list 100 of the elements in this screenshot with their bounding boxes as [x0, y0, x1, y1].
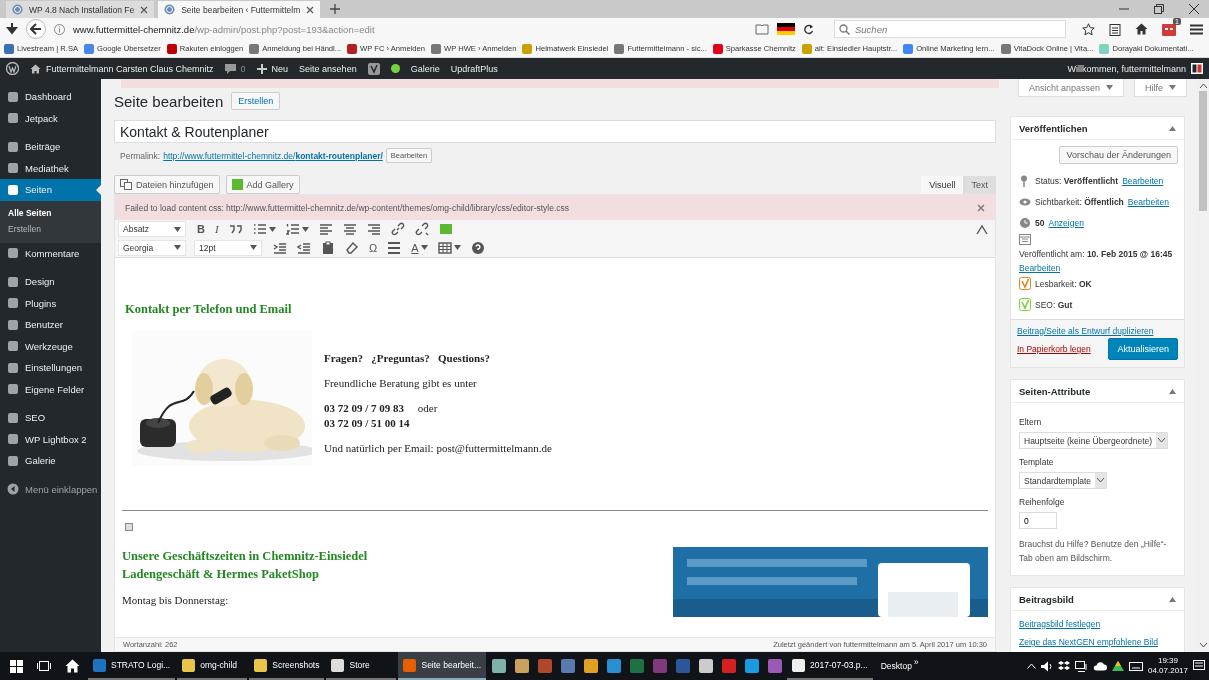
app-icon[interactable]: [606, 659, 621, 673]
title-field[interactable]: Kontakt & Routenplaner: [114, 120, 996, 143]
align-left-icon[interactable]: [318, 222, 333, 236]
sidebar-item[interactable]: Einstellungen: [0, 357, 101, 379]
duplicate-link[interactable]: Beitrag/Seite als Entwurf duplizieren: [1017, 326, 1154, 336]
new-tab-icon[interactable]: [330, 4, 341, 14]
speaker-icon[interactable]: [1040, 660, 1053, 672]
collapse-arrow-icon[interactable]: [1169, 596, 1176, 602]
taskbar-button[interactable]: Screenshots: [249, 652, 325, 680]
toolbar-button[interactable]: B: [194, 223, 208, 235]
order-field[interactable]: 0: [1019, 512, 1057, 529]
help-icon[interactable]: [470, 240, 485, 255]
restore-icon[interactable]: [1154, 4, 1164, 14]
search-field[interactable]: Suchen: [834, 20, 1066, 38]
sidebar-item[interactable]: Design: [0, 271, 101, 293]
new-link[interactable]: Neu: [256, 63, 289, 74]
chevron-up-icon[interactable]: [1026, 663, 1036, 669]
featured-image-link[interactable]: Beitragsbild festlegen: [1011, 617, 1184, 635]
app-icon[interactable]: [583, 659, 598, 673]
sidebar-item[interactable]: Beiträge: [0, 136, 101, 158]
sidebar-item[interactable]: Eigene Felder: [0, 378, 101, 400]
sidebar-item[interactable]: Dashboard: [0, 86, 101, 108]
screen-tab[interactable]: Hilfe: [1134, 79, 1187, 97]
bullet-list-icon[interactable]: [252, 222, 267, 236]
trash-link[interactable]: In Papierkorb legen: [1017, 344, 1091, 354]
taskbar-button[interactable]: 2017-07-03.p...: [787, 652, 873, 680]
dropdown[interactable]: Absatz: [118, 221, 186, 237]
admin-menu-link[interactable]: Galerie: [410, 63, 440, 74]
preview-button[interactable]: Vorschau der Änderungen: [1059, 146, 1178, 164]
windows-start-icon[interactable]: [10, 659, 23, 673]
download-icon[interactable]: [6, 23, 18, 35]
caret-icon[interactable]: [301, 226, 309, 232]
dropdown[interactable]: 12pt: [194, 239, 262, 256]
screen-tab[interactable]: Ansicht anpassen: [1017, 79, 1124, 97]
star-icon[interactable]: [1082, 22, 1095, 36]
close-icon[interactable]: [1189, 4, 1199, 14]
fullscreen-icon[interactable]: [975, 222, 989, 236]
permalink-link[interactable]: http://www.futtermittel-chemnitz.de/kontakt-routenplaner/: [163, 150, 383, 161]
collapse-arrow-icon[interactable]: [1169, 388, 1176, 394]
align-center-icon[interactable]: [342, 222, 357, 236]
taskbar-button[interactable]: Store: [326, 652, 397, 680]
dropdown[interactable]: Standardtemplate: [1019, 472, 1108, 489]
featured-image-link[interactable]: Zeige das NextGEN empfohlene Bild: [1011, 635, 1184, 652]
submenu-item[interactable]: Erstellen: [0, 220, 101, 237]
app-icon[interactable]: [491, 659, 506, 673]
reload-icon[interactable]: [803, 23, 814, 35]
edit-link[interactable]: Bearbeiten: [1019, 263, 1061, 273]
editor-tab[interactable]: Visuell: [921, 176, 964, 194]
editor-tab[interactable]: Text: [963, 176, 996, 194]
media-button[interactable]: Add Gallery: [225, 175, 300, 194]
align-right-icon[interactable]: [366, 222, 381, 236]
toolbar-button[interactable]: I: [211, 223, 222, 235]
taskbar-button[interactable]: Seite bearbeit...: [398, 652, 486, 680]
taskbar-button[interactable]: omg-child: [177, 652, 248, 680]
text-color-button[interactable]: A: [411, 241, 419, 254]
browser-tab[interactable]: WP 4.8 Nach Installation Fe: [6, 1, 155, 18]
dropbox-icon[interactable]: [1057, 660, 1070, 672]
dropdown[interactable]: Hauptseite (keine Übergeordnete): [1019, 432, 1169, 449]
scroll-thumb[interactable]: [1199, 91, 1207, 211]
sidebar-item[interactable]: Galerie: [0, 450, 101, 472]
sidebar-item[interactable]: Seiten: [0, 179, 101, 201]
menu-icon[interactable]: [1190, 23, 1203, 35]
table-icon[interactable]: [437, 240, 452, 255]
scroll-up-icon[interactable]: [1199, 83, 1207, 88]
task-view-icon[interactable]: [37, 660, 51, 672]
account-link[interactable]: Willkommen, futtermittelmann: [1067, 63, 1203, 74]
link-icon[interactable]: [390, 222, 405, 236]
eraser-icon[interactable]: [345, 240, 359, 255]
caret-icon[interactable]: [420, 245, 428, 250]
network-icon[interactable]: [1074, 660, 1088, 672]
home-icon[interactable]: [65, 659, 80, 673]
media-button[interactable]: Dateien hinzufügen: [114, 175, 220, 194]
app-icon[interactable]: [514, 659, 529, 673]
sidebar-item[interactable]: Jetpack: [0, 107, 101, 129]
clipboard-icon[interactable]: [1109, 22, 1121, 36]
browser-tab[interactable]: Seite bearbeiten ‹ Futtermittelm: [158, 1, 321, 18]
notifications-icon[interactable]: [1193, 660, 1205, 672]
collapse-menu-button[interactable]: Menü einklappen: [0, 478, 101, 500]
clock[interactable]: 19:39 04.07.2017: [1147, 656, 1188, 676]
sidebar-item[interactable]: Werkzeuge: [0, 335, 101, 357]
app-icon[interactable]: [744, 659, 759, 673]
edit-link[interactable]: Bearbeiten: [1127, 196, 1169, 207]
sidebar-item[interactable]: Kommentare: [0, 242, 101, 264]
close-icon[interactable]: [977, 203, 985, 212]
app-icon[interactable]: [698, 659, 713, 673]
keyboard-icon[interactable]: [1128, 661, 1143, 671]
caret-icon[interactable]: [268, 226, 276, 232]
collapse-arrow-icon[interactable]: [1169, 125, 1176, 131]
cloud-icon[interactable]: [1092, 661, 1107, 671]
address-field[interactable]: www.futtermittel-chemnitz.de/wp-admin/post.php?post=193&action=edit: [73, 23, 747, 35]
outdent-icon[interactable]: [297, 240, 311, 255]
caret-icon[interactable]: [453, 245, 461, 250]
dropdown[interactable]: Georgia: [118, 239, 186, 256]
numbered-list-icon[interactable]: [285, 222, 300, 236]
scroll-down-icon[interactable]: [1199, 643, 1207, 648]
extension-icon[interactable]: [1162, 22, 1176, 36]
view-page-link[interactable]: Seite ansehen: [299, 63, 357, 74]
toolbar-expand-button[interactable]: »: [913, 657, 919, 667]
quote-icon[interactable]: [228, 222, 243, 236]
edit-link[interactable]: Anzeigen: [1048, 217, 1084, 228]
